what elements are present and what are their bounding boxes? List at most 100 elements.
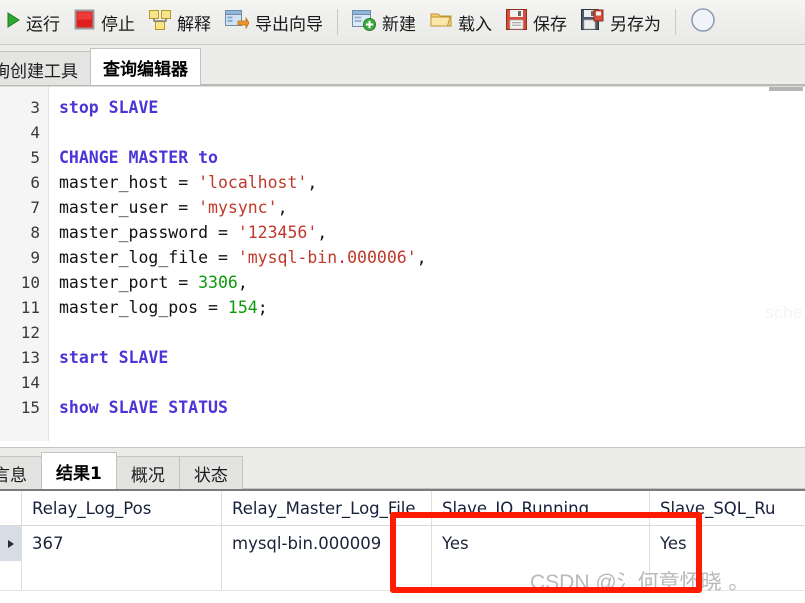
table-cell[interactable]: Yes	[432, 526, 650, 561]
watermark-prefix: CSDN @氵	[530, 571, 638, 594]
tab-info-label: 言息	[0, 466, 27, 486]
toolbar-separator-1	[337, 9, 338, 35]
tab-status[interactable]: 状态	[178, 456, 243, 489]
code-line[interactable]: 4	[0, 120, 805, 145]
table-row[interactable]: 367 mysql-bin.000009 Yes Yes	[0, 526, 805, 561]
code-line[interactable]: 10 master_port = 3306,	[0, 270, 805, 295]
toolbar-button-trailing[interactable]	[683, 0, 723, 44]
sql-code-area[interactable]: 3 stop SLAVE 4 5 CHANGE MASTER to 6 master_hos…	[0, 87, 805, 420]
code-text: stop SLAVE	[59, 98, 158, 117]
table-cell[interactable]: Yes	[650, 526, 805, 561]
code-line[interactable]: 8 master_password = '123456',	[0, 220, 805, 245]
code-token-pln: ;	[257, 298, 268, 317]
toolbar-button-export-wizard[interactable]: 导出向导	[218, 0, 330, 44]
code-token-kw: CHANGE MASTER to	[59, 148, 218, 167]
code-token-num: 154	[227, 298, 258, 317]
column-header[interactable]: Relay_Master_Log_File	[222, 491, 432, 525]
code-token-pln: ,	[317, 223, 328, 242]
code-line[interactable]: 12	[0, 320, 805, 345]
code-token-pln: master_password =	[59, 223, 238, 242]
code-text: master_log_pos = 154;	[59, 298, 268, 317]
line-number: 4	[30, 123, 40, 142]
save-floppy-icon	[506, 9, 527, 35]
toolbar-label-load: 载入	[458, 14, 492, 35]
code-line[interactable]: 6 master_host = 'localhost',	[0, 170, 805, 195]
save-as-floppy-icon	[581, 9, 604, 35]
toolbar-button-save-as[interactable]: 另存为	[574, 0, 668, 44]
row-selector[interactable]	[0, 526, 22, 561]
line-number: 10	[20, 273, 40, 292]
table-cell-empty	[222, 561, 432, 590]
code-text: CHANGE MASTER to	[59, 148, 218, 167]
code-line[interactable]: 14	[0, 370, 805, 395]
code-token-pln: ,	[307, 173, 318, 192]
code-token-pln: master_port =	[59, 273, 199, 292]
code-text: master_user = 'mysync',	[59, 198, 288, 217]
toolbar-label-save-as: 另存为	[610, 14, 661, 35]
code-line[interactable]: 5 CHANGE MASTER to	[0, 145, 805, 170]
line-number: 15	[20, 398, 40, 417]
table-cell[interactable]: 367	[22, 526, 222, 561]
line-number: 8	[30, 223, 40, 242]
toolbar-button-explain[interactable]: 解释	[142, 0, 218, 44]
tab-query-builder[interactable]: 询创建工具	[0, 51, 91, 85]
tab-result1[interactable]: 结果1	[41, 452, 117, 489]
toolbar-label-run: 运行	[26, 14, 60, 35]
code-line[interactable]: 11 master_log_pos = 154;	[0, 295, 805, 320]
tab-query-editor[interactable]: 查询编辑器	[90, 48, 201, 85]
main-toolbar: 运行 停止 解释 导出向导 新建 载入 保存 另存为	[0, 0, 805, 45]
row-indicator-arrow-icon	[7, 539, 14, 548]
column-header[interactable]: Slave_SQL_Ru	[650, 491, 805, 525]
code-text: master_log_file = 'mysql-bin.000006',	[59, 248, 427, 267]
code-token-pln: master_log_file =	[59, 248, 238, 267]
table-cell-empty	[22, 561, 222, 590]
toolbar-button-save[interactable]: 保存	[499, 0, 574, 44]
toolbar-button-new[interactable]: 新建	[345, 0, 423, 44]
line-number: 13	[20, 348, 40, 367]
tab-strip-filler	[200, 51, 805, 85]
tab-profile[interactable]: 概况	[115, 456, 180, 489]
code-text: master_host = 'localhost',	[59, 173, 317, 192]
open-folder-icon	[430, 10, 452, 34]
tab-result1-label: 结果1	[56, 463, 102, 484]
line-number: 5	[30, 148, 40, 167]
column-header[interactable]: Slave_IO_Running	[432, 491, 650, 525]
table-header-row: Relay_Log_Pos Relay_Master_Log_File Slave_…	[0, 491, 805, 526]
stop-icon	[74, 9, 95, 35]
export-wizard-icon	[225, 9, 250, 36]
code-line[interactable]: 3 stop SLAVE	[0, 95, 805, 120]
code-line[interactable]: 9 master_log_file = 'mysql-bin.000006',	[0, 245, 805, 270]
code-token-pln: ,	[237, 273, 248, 292]
code-line[interactable]: 7 master_user = 'mysync',	[0, 195, 805, 220]
sql-editor[interactable]: 3 stop SLAVE 4 5 CHANGE MASTER to 6 master_hos…	[0, 86, 805, 441]
code-token-pln: master_user =	[59, 198, 199, 217]
row-selector-header	[0, 491, 22, 525]
code-token-kw: show SLAVE STATUS	[59, 398, 228, 417]
toolbar-button-run[interactable]: 运行	[0, 0, 67, 44]
column-header[interactable]: Relay_Log_Pos	[22, 491, 222, 525]
code-text: master_port = 3306,	[59, 273, 248, 292]
result-tab-strip: 言息 结果1 概况 状态	[0, 447, 805, 489]
tab-profile-label: 概况	[130, 466, 165, 486]
code-token-pln: ,	[416, 248, 427, 267]
code-token-str: 'localhost'	[198, 173, 308, 192]
code-token-pln: master_log_pos =	[59, 298, 228, 317]
table-cell[interactable]: mysql-bin.000009	[222, 526, 432, 561]
toolbar-label-export-wizard: 导出向导	[255, 14, 323, 35]
tab-query-builder-label: 询创建工具	[0, 61, 78, 82]
code-token-pln: master_host =	[59, 173, 199, 192]
tab-status-label: 状态	[193, 466, 228, 486]
tab-info[interactable]: 言息	[0, 456, 42, 489]
code-line[interactable]: 13 start SLAVE	[0, 345, 805, 370]
toolbar-button-load[interactable]: 载入	[423, 0, 499, 44]
line-number: 9	[30, 248, 40, 267]
code-line[interactable]: 15 show SLAVE STATUS	[0, 395, 805, 420]
code-token-kw: stop SLAVE	[59, 98, 159, 117]
code-text: master_password = '123456',	[59, 223, 327, 242]
line-number: 7	[30, 198, 40, 217]
code-token-kw: start SLAVE	[59, 348, 169, 367]
toolbar-button-stop[interactable]: 停止	[67, 0, 142, 44]
line-number: 6	[30, 173, 40, 192]
toolbar-label-stop: 停止	[101, 14, 135, 35]
row-selector-empty	[0, 561, 22, 590]
